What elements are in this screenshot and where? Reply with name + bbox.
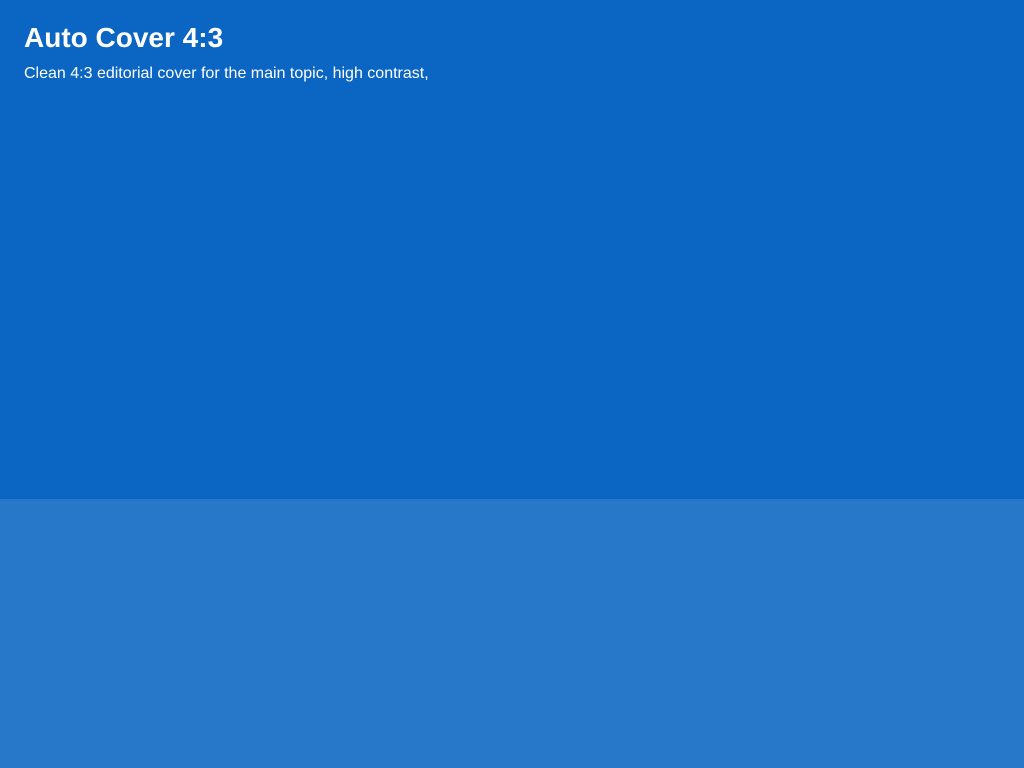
cover-title: Auto Cover 4:3 [24,22,224,53]
cover-subtitle: Clean 4:3 editorial cover for the main t… [24,65,429,82]
cover-canvas: Auto Cover 4:3 Clean 4:3 editorial cover… [0,0,1024,768]
cover-bottom-panel [0,499,1024,768]
